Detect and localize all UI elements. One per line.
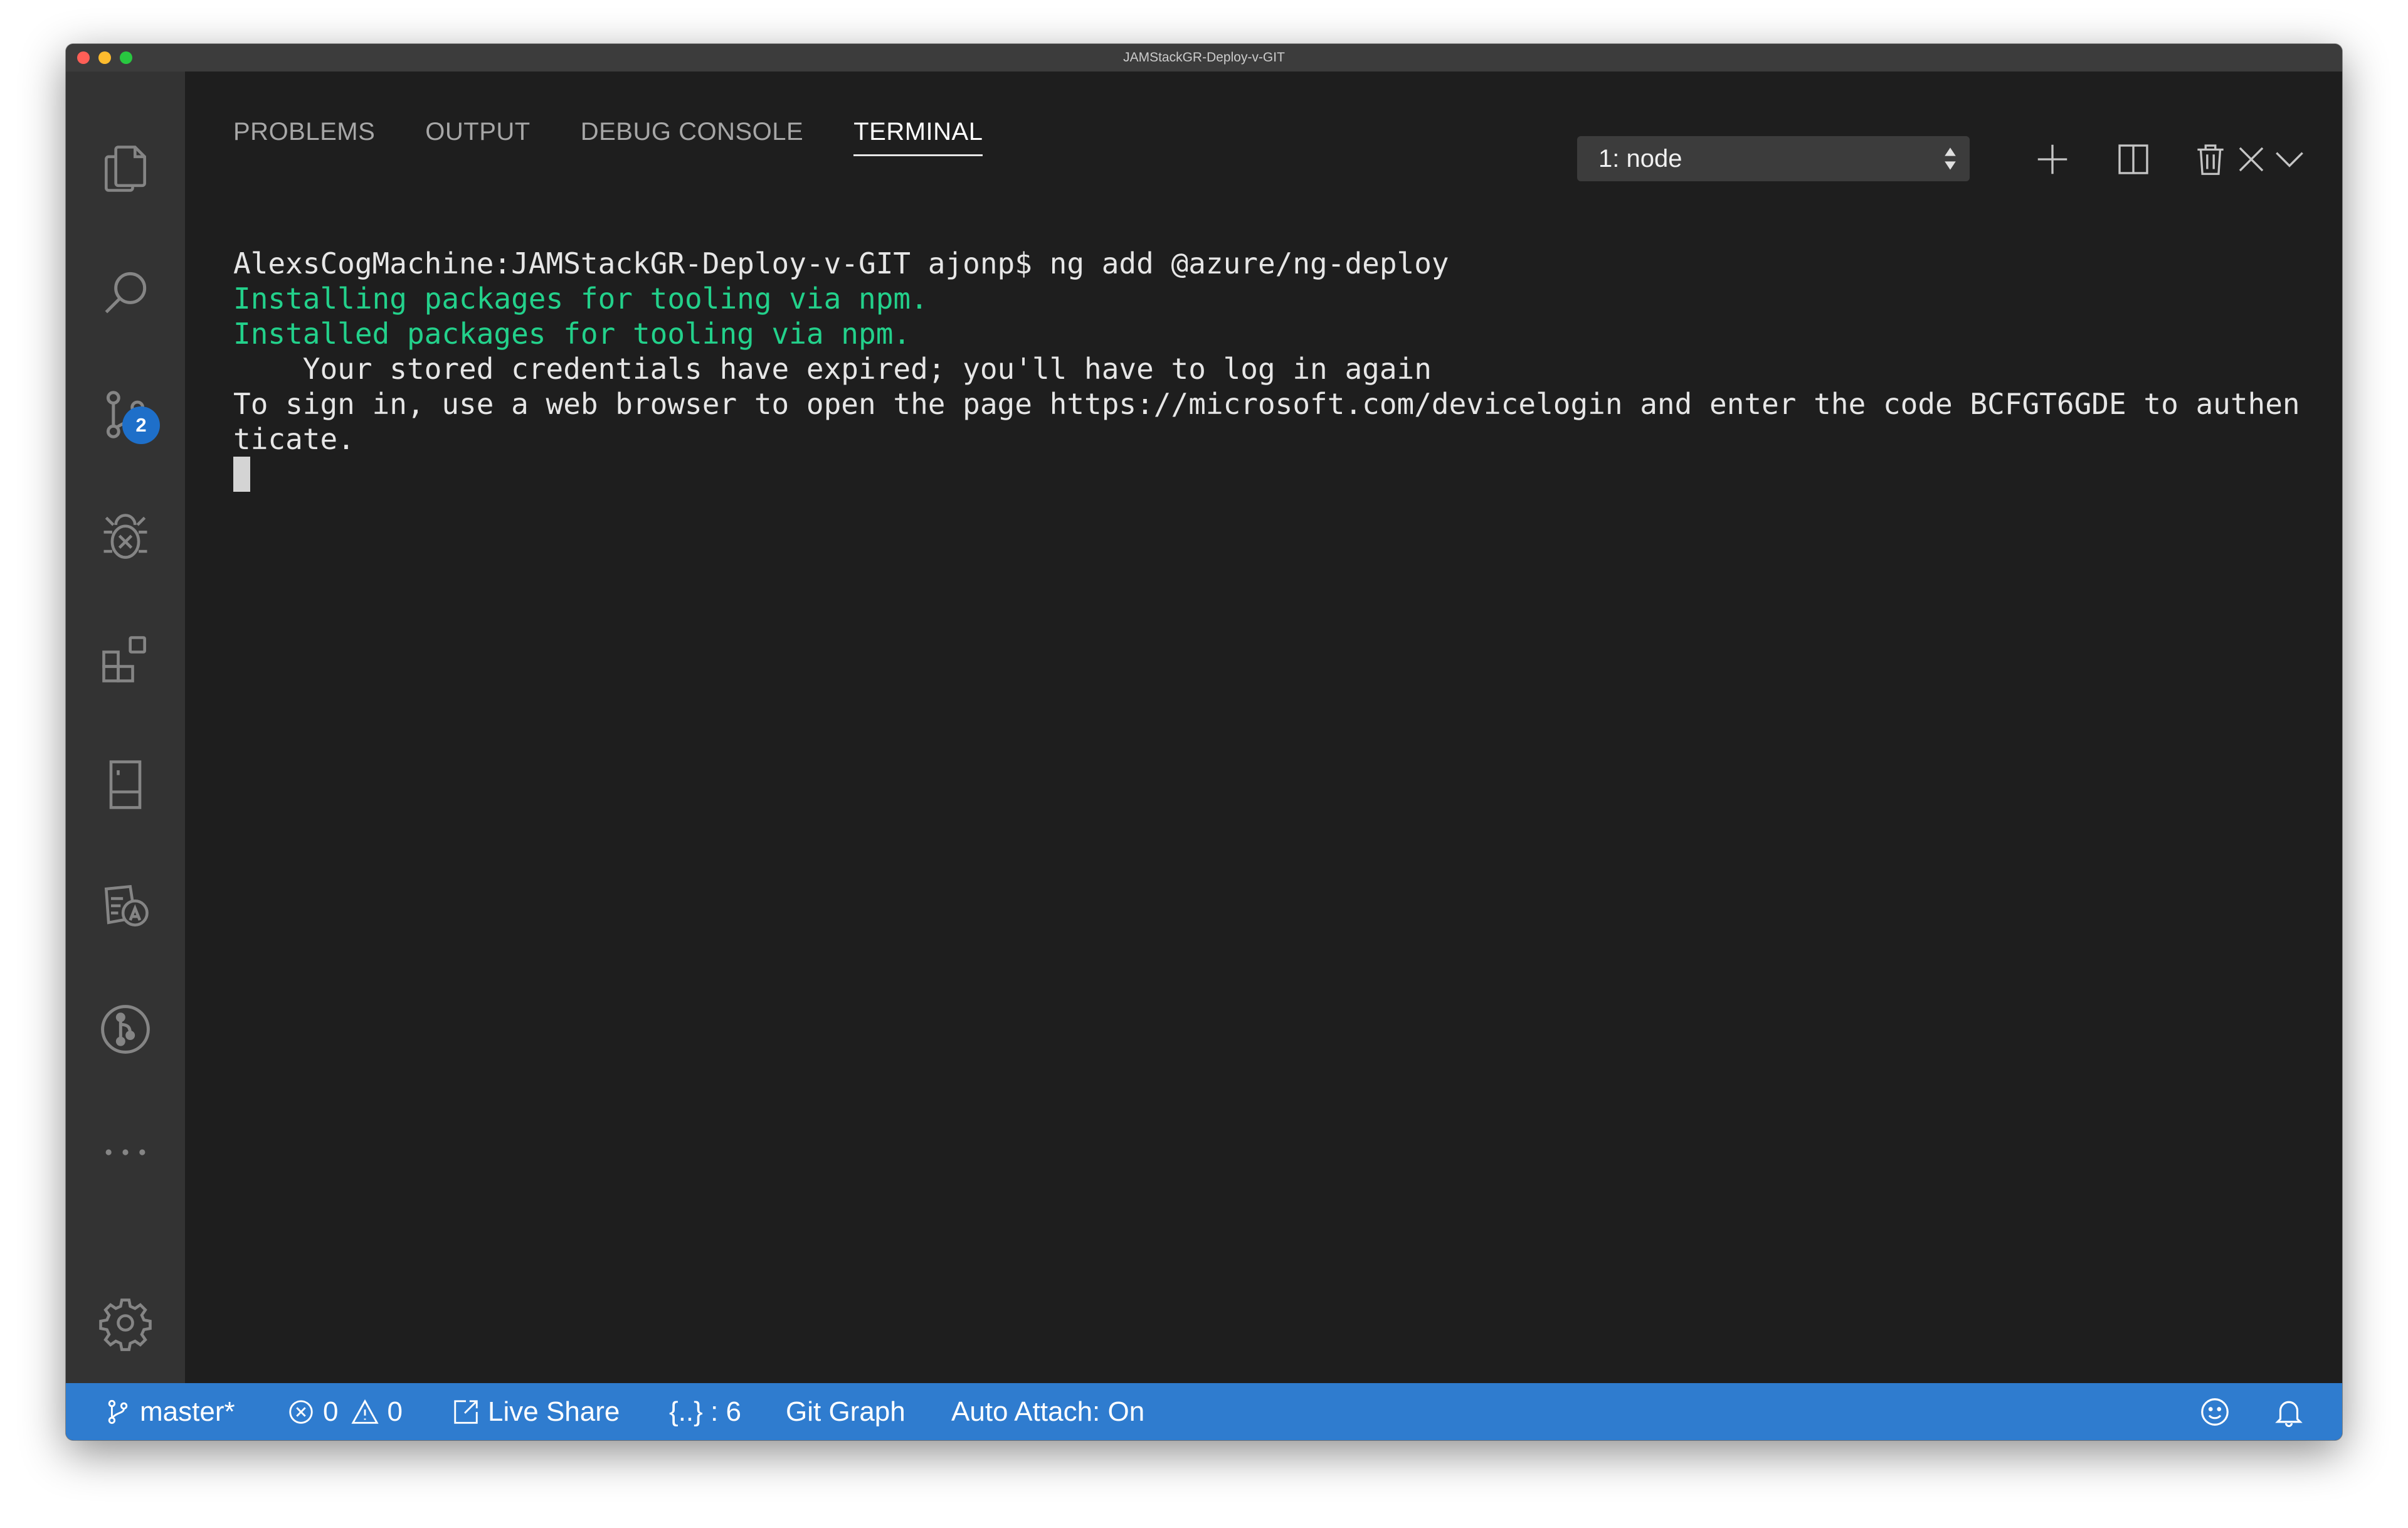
- remote-explorer-button[interactable]: [91, 750, 160, 819]
- git-graph-icon: [101, 1005, 150, 1054]
- terminal-line: AlexsCogMachine:JAMStackGR-Deploy-v-GIT …: [233, 247, 1449, 280]
- source-control-button[interactable]: 2: [91, 380, 160, 449]
- more-button[interactable]: [91, 1118, 160, 1187]
- live-share-icon: [454, 1399, 478, 1424]
- close-window-button[interactable]: [77, 51, 90, 64]
- terminal-line: To sign in, use a web browser to open th…: [233, 387, 2300, 421]
- git-graph-status[interactable]: Git Graph: [786, 1383, 906, 1440]
- terminal-cursor: [233, 457, 250, 492]
- json-path-label: {..} : 6: [669, 1396, 741, 1427]
- debug-icon: [103, 514, 147, 559]
- debug-button[interactable]: [91, 502, 160, 571]
- more-icon: [105, 1149, 145, 1155]
- source-control-badge: 2: [122, 406, 160, 444]
- json-path-status[interactable]: {..} : 6: [669, 1383, 741, 1440]
- title-bar: JAMStackGR-Deploy-v-GIT: [66, 44, 2342, 72]
- warning-count: 0: [387, 1396, 403, 1427]
- gear-icon: [99, 1298, 152, 1351]
- tab-debug-console[interactable]: DEBUG CONSOLE: [581, 104, 803, 160]
- live-share-label: Live Share: [488, 1396, 620, 1427]
- git-graph-label: Git Graph: [786, 1396, 906, 1427]
- activity-bar: 2: [66, 72, 185, 1383]
- close-panel-button[interactable]: [2226, 134, 2276, 184]
- terminal-selector-value: 1: node: [1598, 144, 1682, 172]
- search-button[interactable]: [91, 258, 160, 327]
- live-share-status[interactable]: Live Share: [452, 1383, 620, 1440]
- split-icon: [2118, 144, 2148, 174]
- new-terminal-button[interactable]: [2027, 134, 2078, 184]
- maximize-window-button[interactable]: [120, 51, 132, 64]
- manage-button[interactable]: [91, 1288, 160, 1357]
- terminal-line: Installing packages for tooling via npm.: [233, 282, 928, 316]
- feedback-button[interactable]: [2198, 1383, 2232, 1440]
- search-icon: [105, 272, 147, 314]
- split-terminal-button[interactable]: [2108, 134, 2158, 184]
- extensions-button[interactable]: [91, 625, 160, 694]
- close-icon: [2239, 147, 2264, 172]
- problems-status[interactable]: 0 0: [287, 1383, 403, 1440]
- bell-icon: [2275, 1401, 2303, 1427]
- error-icon: [289, 1399, 313, 1424]
- files-icon: [105, 146, 146, 192]
- smiley-icon: [2201, 1398, 2229, 1426]
- language-icon: [104, 884, 149, 926]
- git-branch-icon: [108, 1399, 128, 1424]
- language-button[interactable]: [91, 871, 160, 940]
- terminal-selector[interactable]: 1: node: [1577, 136, 1970, 181]
- panel-header: PROBLEMS OUTPUT DEBUG CONSOLE TERMINAL: [185, 72, 2342, 166]
- notifications-button[interactable]: [2272, 1383, 2306, 1440]
- status-bar: master* 0 0 Live Share {..} : 6 Git Grap…: [66, 1383, 2342, 1440]
- explorer-button[interactable]: [91, 134, 160, 203]
- terminal-line: Installed packages for tooling via npm.: [233, 317, 911, 351]
- auto-attach-status[interactable]: Auto Attach: On: [951, 1383, 1144, 1440]
- auto-attach-label: Auto Attach: On: [951, 1396, 1145, 1427]
- git-graph-button[interactable]: [91, 995, 160, 1064]
- warning-icon: [351, 1399, 379, 1424]
- branch-name: master*: [140, 1396, 235, 1427]
- minimize-window-button[interactable]: [98, 51, 111, 64]
- window-title: JAMStackGR-Deploy-v-GIT: [1123, 50, 1285, 65]
- terminal-line: ticate.: [233, 422, 355, 456]
- tab-output[interactable]: OUTPUT: [425, 104, 530, 160]
- branch-status[interactable]: master*: [103, 1383, 235, 1440]
- remote-explorer-icon: [109, 760, 142, 809]
- tab-problems[interactable]: PROBLEMS: [233, 104, 375, 160]
- error-count: 0: [323, 1396, 339, 1427]
- plus-icon: [2037, 144, 2067, 174]
- terminal-output[interactable]: AlexsCogMachine:JAMStackGR-Deploy-v-GIT …: [233, 211, 2303, 562]
- vscode-window: JAMStackGR-Deploy-v-GIT 2 PROBLEMS OUTPU…: [66, 44, 2342, 1440]
- terminal-line: Your stored credentials have expired; yo…: [233, 352, 1432, 386]
- panel-tabs: PROBLEMS OUTPUT DEBUG CONSOLE TERMINAL: [233, 98, 983, 165]
- tab-terminal[interactable]: TERMINAL: [853, 104, 983, 160]
- select-arrows-icon: [1945, 147, 1956, 170]
- trash-icon: [2197, 144, 2224, 175]
- window-controls: [77, 51, 132, 64]
- extensions-icon: [102, 636, 146, 682]
- terminal-panel: PROBLEMS OUTPUT DEBUG CONSOLE TERMINAL 1…: [185, 72, 2342, 1383]
